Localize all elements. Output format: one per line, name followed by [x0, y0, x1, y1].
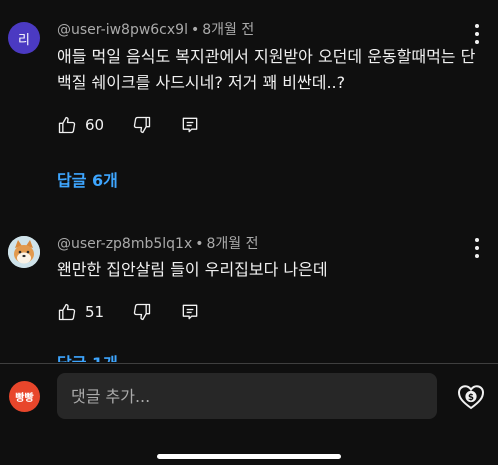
- like-count: 60: [85, 116, 105, 134]
- thumbs-up-icon: [58, 116, 76, 134]
- comment-composer: 빵빵 $: [0, 364, 498, 465]
- more-options-icon[interactable]: [474, 238, 480, 258]
- reply-button[interactable]: [180, 302, 200, 322]
- comment-actions: 51: [57, 301, 228, 323]
- like-button[interactable]: 51: [57, 302, 104, 322]
- more-options-icon[interactable]: [474, 24, 480, 44]
- comment-actions: 60: [57, 114, 228, 136]
- comment-text: 왠만한 집안살림 들이 우리집보다 나은데: [57, 260, 328, 279]
- home-indicator: [157, 454, 341, 459]
- user-avatar[interactable]: 빵빵: [9, 381, 40, 412]
- comment-text: 애들 먹일 음식도 복지관에서 지원받아 오던데 운동할때먹는 단백질 쉐이크를…: [57, 47, 476, 92]
- view-replies-button[interactable]: 답글 1개: [57, 352, 118, 362]
- comment-meta: @user-iw8pw6cx9l • 8개월 전: [57, 21, 254, 39]
- like-count: 51: [85, 303, 105, 321]
- like-button[interactable]: 60: [57, 115, 104, 135]
- comment-input[interactable]: [57, 373, 437, 419]
- avatar[interactable]: [8, 236, 40, 268]
- comment-author[interactable]: @user-zp8mb5lq1x: [57, 236, 192, 252]
- dislike-button[interactable]: [132, 302, 152, 322]
- dislike-button[interactable]: [132, 115, 152, 135]
- avatar[interactable]: 리: [8, 22, 40, 54]
- reply-comment-icon: [182, 304, 198, 320]
- super-thanks-heart-icon: $: [457, 385, 485, 410]
- comments-panel: 리 @user-iw8pw6cx9l • 8개월 전 애들 먹일 음식도 복지관에서…: [0, 0, 498, 465]
- thumbs-up-icon: [58, 303, 76, 321]
- super-thanks-button[interactable]: $: [455, 381, 487, 413]
- replies-label: 답글 1개: [57, 354, 118, 362]
- comment-time: 8개월 전: [206, 236, 259, 252]
- thumbs-down-icon: [133, 116, 151, 134]
- meta-separator: •: [195, 236, 204, 252]
- svg-text:$: $: [468, 393, 474, 403]
- reply-comment-icon: [182, 117, 198, 133]
- view-replies-button[interactable]: 답글 6개: [57, 171, 118, 191]
- meta-separator: •: [190, 22, 200, 38]
- thumbs-down-icon: [133, 303, 151, 321]
- shiba-dog-icon: [8, 236, 40, 268]
- comment-meta: @user-zp8mb5lq1x • 8개월 전: [57, 235, 259, 253]
- comment-author[interactable]: @user-iw8pw6cx9l: [57, 22, 188, 38]
- reply-button[interactable]: [180, 115, 200, 135]
- comment-time: 8개월 전: [202, 22, 255, 38]
